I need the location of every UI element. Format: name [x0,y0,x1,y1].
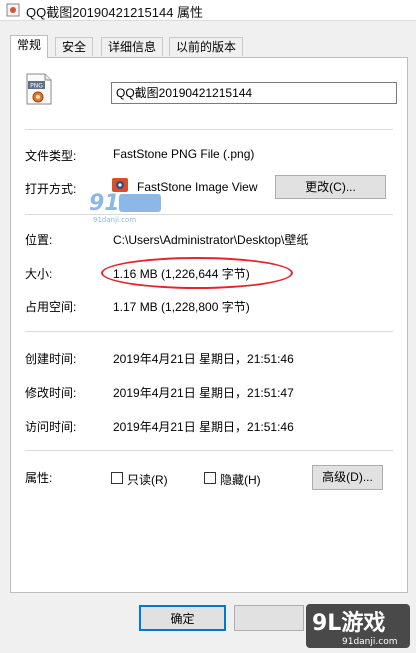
png-badge: PNG [30,83,43,90]
file-type-value: FastStone PNG File (.png) [113,147,255,161]
general-panel: PNG QQ截图20190421215144 文件类型: FastStone P… [10,57,408,593]
ok-button[interactable]: 确定 [139,605,226,631]
separator [25,129,393,130]
size-label: 大小: [25,267,53,281]
png-file-icon: PNG [26,73,52,105]
readonly-checkbox[interactable] [111,472,123,484]
disk-size-value: 1.17 MB (1,228,800 字节) [113,300,250,314]
location-label: 位置: [25,233,53,247]
svg-text:91: 91 [89,191,120,216]
title-bar: QQ截图20190421215144 属性 [0,0,416,21]
accessed-label: 访问时间: [25,420,77,434]
created-value: 2019年4月21日 星期日，21:51:46 [113,352,294,366]
watermark-logo-large: 9L游戏 91danji.com [306,604,410,648]
readonly-label[interactable]: 只读(R) [127,471,168,488]
image-file-icon [6,3,20,17]
properties-window: QQ截图20190421215144 属性 常规 安全 详细信息 以前的版本 P… [0,0,416,653]
tab-previous-versions[interactable]: 以前的版本 [169,37,244,56]
attributes-label: 属性: [25,471,53,485]
created-label: 创建时间: [25,352,77,366]
tab-general[interactable]: 常规 [10,35,49,58]
window-title: QQ截图20190421215144 属性 [26,5,204,20]
watermark-logo: 91 91danji.com [89,191,161,224]
file-type-label: 文件类型: [25,149,77,163]
hidden-checkbox[interactable] [204,472,216,484]
change-button[interactable]: 更改(C)... [275,175,386,199]
highlight-circle [101,257,293,289]
modified-label: 修改时间: [25,386,77,400]
separator [25,331,393,332]
cancel-button[interactable] [234,605,304,631]
hidden-label[interactable]: 隐藏(H) [220,471,261,488]
modified-value: 2019年4月21日 星期日，21:51:47 [113,386,294,400]
disk-size-label: 占用空间: [25,300,77,314]
tab-security[interactable]: 安全 [55,37,94,56]
accessed-value: 2019年4月21日 星期日，21:51:46 [113,420,294,434]
separator [25,450,393,451]
open-with-label: 打开方式: [25,182,77,196]
watermark-large-url: 91danji.com [342,637,397,647]
separator [25,214,393,215]
watermark-large-logo-text: 9L游戏 [312,610,385,636]
advanced-button[interactable]: 高级(D)... [312,465,383,490]
tab-details[interactable]: 详细信息 [101,37,164,56]
watermark-small-url: 91danji.com [93,216,136,224]
location-value: C:\Users\Administrator\Desktop\壁纸 [113,233,309,247]
filename-input[interactable]: QQ截图20190421215144 [111,82,397,104]
